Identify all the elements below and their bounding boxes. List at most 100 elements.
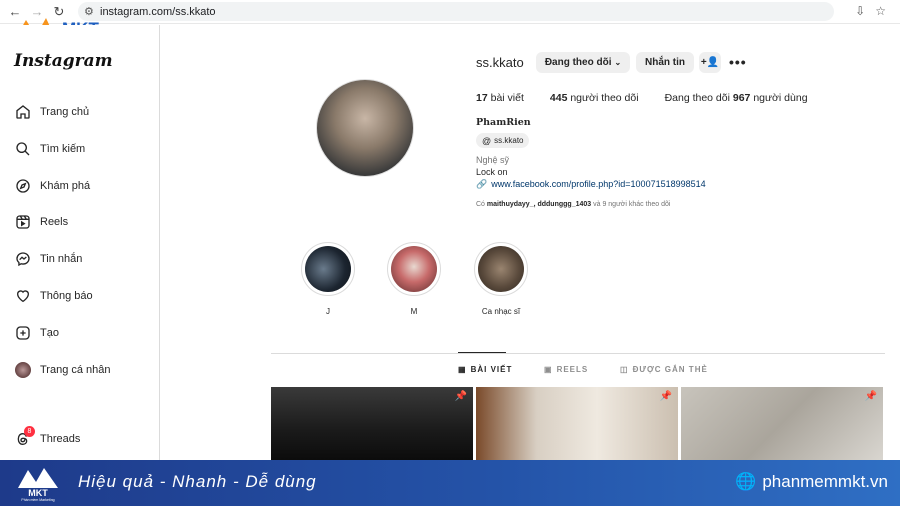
profile-avatar[interactable] — [316, 79, 414, 177]
highlight-j[interactable] — [301, 242, 355, 296]
message-button[interactable]: Nhắn tin — [636, 52, 694, 73]
browser-toolbar: ← → ↻ ⚙ instagram.com/ss.kkato ⇩ ☆ — [0, 0, 900, 24]
sidebar-item-explore[interactable]: Khám phá — [14, 175, 90, 197]
download-icon[interactable]: ⇩ — [855, 4, 865, 18]
globe-icon: 🌐 — [735, 472, 757, 491]
sidebar: Instagram Trang chủ Tìm kiếm Khám phá Re… — [0, 25, 160, 460]
followers-count: 445 — [549, 92, 568, 104]
sidebar-item-label: Threads — [40, 433, 81, 445]
sidebar-item-label: Tìm kiếm — [40, 143, 86, 155]
banner-website[interactable]: 🌐 phanmemmkt.vn — [735, 472, 888, 492]
posts-label: bài viết — [490, 92, 524, 104]
threads-handle: ss.kkato — [494, 136, 524, 145]
reels-icon: ▣ — [544, 365, 553, 374]
banner-logo-text: MKT — [28, 488, 48, 498]
notification-badge: 8 — [24, 426, 35, 437]
sidebar-item-threads[interactable]: 8 Threads — [14, 426, 81, 450]
sidebar-item-label: Reels — [40, 216, 69, 228]
grid-icon: ▦ — [458, 365, 467, 374]
pin-icon: 📌 — [454, 391, 467, 402]
posts-stat: 17 bài viết — [476, 92, 524, 104]
tab-posts[interactable]: ▦ BÀI VIẾT — [458, 365, 512, 374]
followed-by-suffix: và 9 người khác theo dõi — [593, 201, 671, 208]
banner-slogan: Hiệu quả - Nhanh - Dễ dùng — [78, 472, 317, 491]
sidebar-item-reels[interactable]: Reels — [14, 211, 68, 233]
sidebar-item-messages[interactable]: Tin nhắn — [14, 248, 82, 270]
profile-stats: 17 bài viết 445 người theo dõi Đang theo… — [476, 92, 808, 104]
add-user-icon: +👤 — [700, 57, 720, 68]
sidebar-item-home[interactable]: Trang chủ — [14, 101, 89, 123]
home-icon — [14, 103, 32, 121]
posts-count: 17 — [476, 92, 488, 104]
highlight-label: J — [326, 307, 330, 316]
profile-link[interactable]: 🔗 www.facebook.com/profile.php?id=100071… — [476, 179, 706, 190]
sidebar-item-label: Trang chủ — [40, 106, 90, 118]
address-bar[interactable]: ⚙ instagram.com/ss.kkato — [78, 2, 834, 21]
tab-label: REELS — [556, 365, 589, 374]
tabs-divider — [271, 353, 885, 354]
active-tab-indicator — [458, 352, 506, 353]
post-thumbnail[interactable]: 📌 — [271, 387, 473, 460]
messenger-icon — [14, 250, 32, 268]
search-icon — [14, 140, 32, 158]
followed-by[interactable]: Có maithuydayy_, dddunggg_1403 và 9 ngườ… — [476, 201, 671, 208]
sidebar-item-notifications[interactable]: Thông báo — [14, 285, 93, 307]
following-label: người dùng — [753, 92, 808, 104]
profile-main: ss.kkato Đang theo dõi ⌄ Nhắn tin +👤 •••… — [161, 25, 900, 460]
post-thumbnail[interactable]: 📌 — [476, 387, 678, 460]
tag-icon: ◫ — [620, 365, 629, 374]
heart-icon — [14, 287, 32, 305]
followers-label: người theo dõi — [570, 92, 639, 104]
plus-square-icon — [14, 324, 32, 342]
tab-label: ĐƯỢC GẮN THẺ — [632, 365, 708, 374]
followed-by-prefix: Có — [476, 201, 485, 208]
mkt-banner: MKT Phần mềm Marketing Hiệu quả - Nhanh … — [0, 460, 900, 506]
instagram-logo[interactable]: Instagram — [14, 51, 113, 71]
banner-website-text: phanmemmkt.vn — [762, 472, 888, 491]
tab-label: BÀI VIẾT — [470, 365, 513, 374]
sidebar-item-label: Thông báo — [40, 290, 93, 302]
followers-stat[interactable]: 445 người theo dõi — [550, 92, 639, 104]
highlight-m[interactable] — [387, 242, 441, 296]
profile-bio: Lock on — [476, 167, 508, 177]
profile-link-text: www.facebook.com/profile.php?id=10007151… — [491, 179, 706, 189]
followed-by-names: maithuydayy_, dddunggg_1403 — [486, 201, 592, 208]
reels-icon — [14, 213, 32, 231]
sidebar-item-profile[interactable]: Trang cá nhân — [14, 359, 111, 381]
link-icon: 🔗 — [476, 179, 488, 189]
chevron-down-icon: ⌄ — [614, 58, 622, 67]
profile-category: Nghệ sỹ — [476, 155, 510, 165]
highlight-ca-nhac-si[interactable] — [474, 242, 528, 296]
profile-username: ss.kkato — [476, 55, 524, 70]
following-stat[interactable]: Đang theo dõi 967 người dùng — [665, 92, 808, 104]
avatar-icon — [14, 361, 32, 379]
post-thumbnail[interactable]: 📌 — [681, 387, 883, 460]
threads-icon: @ — [482, 135, 492, 146]
following-count: 967 — [732, 92, 751, 104]
mkt-banner-logo: MKT Phần mềm Marketing — [18, 468, 58, 502]
sidebar-item-create[interactable]: Tạo — [14, 322, 59, 344]
threads-badge[interactable]: @ ss.kkato — [476, 133, 530, 148]
bookmark-star-icon[interactable]: ☆ — [875, 4, 886, 18]
pin-icon: 📌 — [659, 391, 672, 402]
message-button-label: Nhắn tin — [645, 57, 685, 68]
add-user-button[interactable]: +👤 — [699, 52, 721, 73]
sidebar-item-label: Tin nhắn — [40, 253, 83, 265]
threads-icon: 8 — [14, 426, 35, 448]
sidebar-item-label: Khám phá — [40, 180, 91, 192]
tab-tagged[interactable]: ◫ ĐƯỢC GẮN THẺ — [620, 365, 708, 374]
pin-icon: 📌 — [864, 391, 877, 402]
compass-icon — [14, 177, 32, 195]
highlight-label: M — [410, 307, 418, 316]
banner-logo-tagline: Phần mềm Marketing — [21, 498, 54, 502]
sidebar-item-label: Tạo — [40, 327, 59, 339]
sidebar-item-search[interactable]: Tìm kiếm — [14, 138, 85, 160]
profile-full-name: PhamRien — [476, 117, 531, 128]
more-options-icon[interactable]: ••• — [729, 54, 747, 70]
tab-reels[interactable]: ▣ REELS — [544, 365, 588, 374]
sidebar-item-label: Trang cá nhân — [40, 364, 111, 376]
following-prefix: Đang theo dõi — [664, 92, 730, 104]
following-button[interactable]: Đang theo dõi ⌄ — [536, 52, 630, 73]
highlight-label: Ca nhạc sĩ — [481, 307, 521, 316]
following-button-label: Đang theo dõi — [544, 57, 612, 68]
